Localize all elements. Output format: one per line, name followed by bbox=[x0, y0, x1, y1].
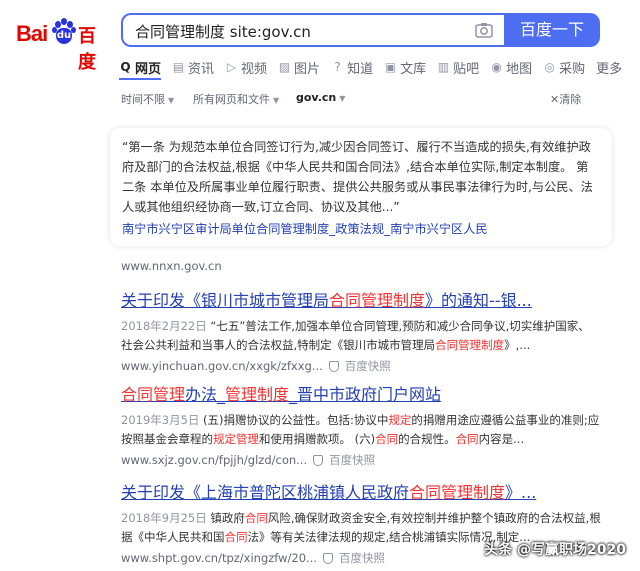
search-button[interactable]: 百度一下 bbox=[504, 13, 600, 47]
caret-down-icon: ▼ bbox=[168, 96, 175, 105]
document-icon: ▣ bbox=[384, 59, 397, 74]
snippet-domain: www.nnxn.gov.cn bbox=[121, 259, 222, 273]
tab-1[interactable]: ▤ 资讯 bbox=[172, 57, 214, 77]
shield-icon bbox=[323, 552, 334, 564]
tab-5[interactable]: ▣ 文库 bbox=[384, 57, 426, 77]
result-url-text: www.yinchuan.gov.cn/xxgk/zfxxg... bbox=[121, 359, 323, 373]
question-icon: ? bbox=[334, 59, 341, 74]
logo-text-baidu: 百度 bbox=[78, 26, 96, 73]
tab-3[interactable]: ▨ 图片 bbox=[278, 57, 320, 77]
result-url[interactable]: www.sxjz.gov.cn/fpjjh/glzd/con... 百度快照 bbox=[121, 452, 601, 468]
tab-6[interactable]: ▥ 贴吧 bbox=[437, 57, 479, 77]
tab-label: 资讯 bbox=[188, 61, 215, 77]
result-url[interactable]: www.yinchuan.gov.cn/xxgk/zfxxg... 百度快照 bbox=[121, 358, 601, 374]
cache-link[interactable]: 百度快照 bbox=[339, 550, 385, 566]
search-box[interactable]: 合同管理制度 site:gov.cn bbox=[121, 13, 505, 47]
tab-label: 更多 bbox=[596, 61, 623, 77]
result-abstract: 2018年2月22日 “七五”普法工作,加强本单位合同管理,预防和减少合同争议,… bbox=[121, 319, 590, 352]
tab-label: 采购 bbox=[559, 61, 586, 77]
site-filter[interactable]: gov.cn ▼ bbox=[296, 91, 345, 104]
tab-label: 知道 bbox=[347, 61, 374, 77]
caret-down-icon: ▼ bbox=[339, 94, 346, 103]
type-filter[interactable]: 所有网页和文件 ▼ bbox=[193, 91, 279, 107]
logo-text-du: du bbox=[56, 28, 72, 44]
time-filter-label: 时间不限 bbox=[121, 93, 165, 106]
image-icon: ▨ bbox=[278, 59, 291, 74]
tab-0[interactable]: Q 网页 bbox=[119, 57, 161, 77]
result-title-link[interactable]: 合同管理办法_管理制度_晋中市政府门户网站 bbox=[121, 384, 601, 406]
snippet-text: “第一条 为规范本单位合同签订行为,减少因合同签订、履行不当造成的损失,有效维护… bbox=[122, 140, 593, 214]
tab-label: 贴吧 bbox=[453, 61, 480, 77]
caret-down-icon: ▼ bbox=[273, 96, 280, 105]
featured-snippet: “第一条 为规范本单位合同签订行为,减少因合同签订、履行不当造成的损失,有效维护… bbox=[110, 128, 612, 246]
paw-icon: du bbox=[52, 18, 76, 44]
camera-icon[interactable] bbox=[475, 22, 493, 38]
cache-link[interactable]: 百度快照 bbox=[329, 452, 375, 468]
search-tabs: Q 网页 ▤ 资讯 ▷ 视频 ▨ 图片? 知道 ▣ 文库 ▥ 贴吧 ◉ 地图 ◎ 采购 更多 bbox=[119, 57, 633, 77]
search-icon: Q bbox=[120, 59, 131, 74]
tab-label: 地图 bbox=[506, 61, 533, 77]
shield-icon bbox=[313, 454, 324, 466]
shopping-icon: ◎ bbox=[544, 59, 555, 74]
tab-8[interactable]: ◎ 采购 bbox=[543, 57, 585, 77]
search-result: 合同管理办法_管理制度_晋中市政府门户网站 2019年3月5日 (五)捐赠协议的… bbox=[121, 384, 601, 468]
video-icon: ▷ bbox=[226, 59, 237, 74]
search-result: 关于印发《银川市城市管理局合同管理制度》的通知--银... 2018年2月22日… bbox=[121, 290, 601, 374]
site-filter-label: gov.cn bbox=[296, 91, 337, 104]
tab-label: 网页 bbox=[135, 61, 162, 77]
type-filter-label: 所有网页和文件 bbox=[193, 93, 270, 106]
tab-9[interactable]: 更多 bbox=[596, 57, 622, 77]
result-date: 2018年9月25日 bbox=[121, 511, 207, 525]
tieba-icon: ▥ bbox=[437, 59, 450, 74]
snippet-link[interactable]: 南宁市兴宁区审计局单位合同管理制度_政策法规_南宁市兴宁区人民 bbox=[122, 219, 600, 239]
result-title-link[interactable]: 关于印发《上海市普陀区桃浦镇人民政府合同管理制度》... bbox=[121, 482, 601, 504]
time-filter[interactable]: 时间不限 ▼ bbox=[121, 91, 174, 107]
clear-label: 清除 bbox=[559, 93, 582, 106]
result-date: 2019年3月5日 bbox=[121, 413, 200, 427]
result-abstract: 2019年3月5日 (五)捐赠协议的公益性。包括:协议中规定的捐赠用途应遵循公益… bbox=[121, 413, 600, 446]
tab-2[interactable]: ▷ 视频 bbox=[225, 57, 267, 77]
logo-text-bai: Bai bbox=[16, 21, 48, 46]
result-url-text: www.sxjz.gov.cn/fpjjh/glzd/con... bbox=[121, 453, 308, 467]
result-url-text: www.shpt.gov.cn/tpz/xingzfw/20... bbox=[121, 551, 318, 565]
result-title-link[interactable]: 关于印发《银川市城市管理局合同管理制度》的通知--银... bbox=[121, 290, 601, 312]
tab-label: 文库 bbox=[400, 61, 427, 77]
watermark: 头条 @写赢职场2020 bbox=[484, 542, 626, 558]
tab-label: 图片 bbox=[294, 61, 321, 77]
shield-icon bbox=[328, 360, 339, 372]
tab-label: 视频 bbox=[241, 61, 268, 77]
result-date: 2018年2月22日 bbox=[121, 319, 207, 333]
active-tab-underline bbox=[119, 78, 161, 80]
map-pin-icon: ◉ bbox=[491, 59, 502, 74]
tab-4[interactable]: ? 知道 bbox=[331, 57, 373, 77]
news-icon: ▤ bbox=[172, 59, 185, 74]
tab-7[interactable]: ◉ 地图 bbox=[490, 57, 532, 77]
baidu-logo[interactable]: Bai du 百度 bbox=[16, 14, 108, 73]
clear-filter-button[interactable]: ✕清除 bbox=[550, 91, 581, 107]
search-input[interactable]: 合同管理制度 site:gov.cn bbox=[135, 21, 311, 42]
close-icon: ✕ bbox=[550, 93, 560, 106]
cache-link[interactable]: 百度快照 bbox=[345, 358, 391, 374]
